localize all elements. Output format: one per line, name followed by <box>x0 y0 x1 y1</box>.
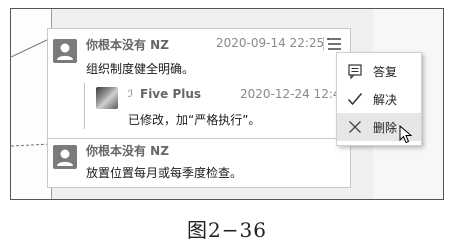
reply-thread-line <box>84 83 85 129</box>
menu-item-label: 删除 <box>373 121 398 135</box>
checkmark-icon <box>347 93 363 106</box>
reply-avatar <box>96 87 118 109</box>
list-menu-icon <box>327 38 341 50</box>
menu-item-label: 答复 <box>373 65 398 79</box>
figure-caption: 图2−36 <box>187 218 267 242</box>
reply-author-prefix-icon: ℐ <box>128 89 133 100</box>
reply-icon <box>348 64 362 79</box>
reply-author: Five Plus <box>140 87 202 101</box>
more-options-button[interactable] <box>326 36 344 52</box>
comment-author: 你根本没有 NZ <box>86 38 169 52</box>
menu-item-reply[interactable]: 答复 <box>337 57 421 85</box>
reply-text: 已修改，加“严格执行”。 <box>128 113 261 127</box>
comment-text: 放置位置每月或每季度检查。 <box>86 166 243 180</box>
comment-time: 2020-09-14 22:25 <box>216 36 325 50</box>
comment-text: 组织制度健全明确。 <box>86 62 195 76</box>
comment-connector-line-dashed <box>11 143 52 147</box>
comment-card[interactable]: 你根本没有 NZ 放置位置每月或每季度检查。 <box>47 138 351 188</box>
comment-author: 你根本没有 NZ <box>86 144 169 158</box>
delete-x-icon <box>349 121 361 133</box>
reply-time: 2020-12-24 12:45 <box>240 87 349 101</box>
toolbar-divider <box>323 37 324 51</box>
menu-item-resolve[interactable]: 解决 <box>337 85 421 113</box>
mouse-cursor-icon <box>399 125 413 144</box>
user-avatar-icon <box>53 145 77 169</box>
menu-item-label: 解决 <box>373 93 398 107</box>
comment-card[interactable]: 你根本没有 NZ 2020-09-14 22:25 组织制度健全明确。 ℐ Fi… <box>47 28 351 142</box>
user-avatar-icon <box>53 39 77 63</box>
comment-connector-line <box>11 38 50 58</box>
